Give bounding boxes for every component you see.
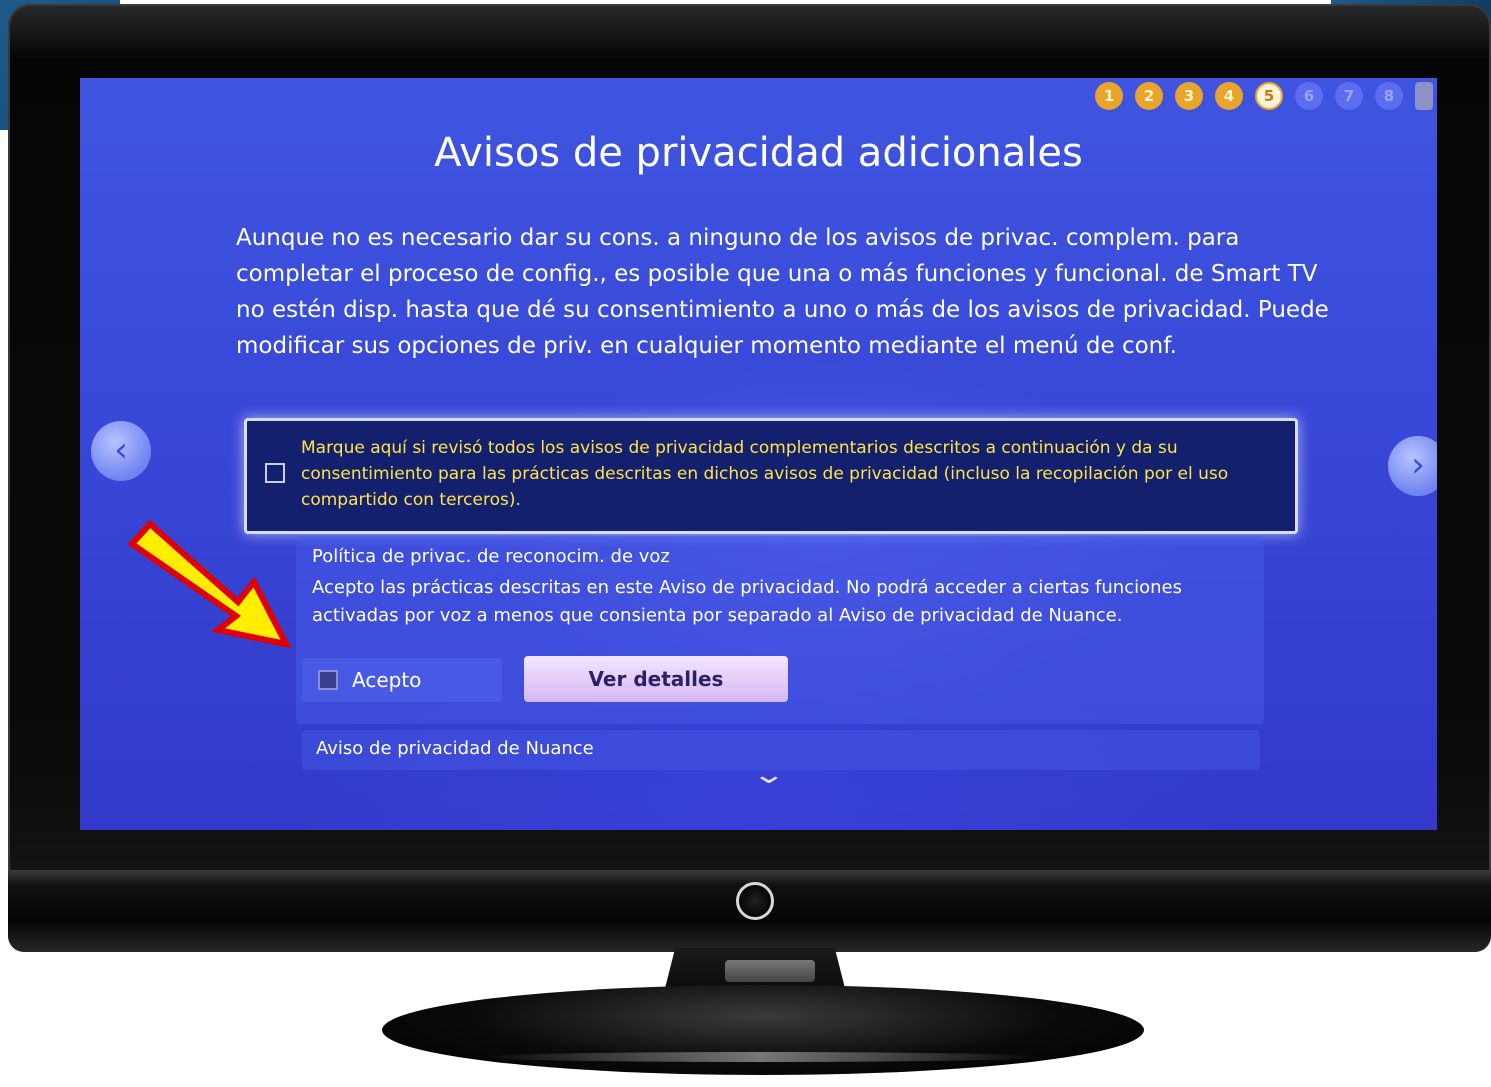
tv-power-button[interactable]: [736, 882, 774, 920]
nuance-policy-title: Aviso de privacidad de Nuance: [316, 738, 594, 759]
consent-all-text: Marque aquí si revisó todos los avisos d…: [301, 438, 1229, 510]
chevron-left-icon[interactable]: ‹: [91, 421, 151, 481]
step-7: 7: [1335, 82, 1363, 110]
view-details-button[interactable]: Ver detalles: [524, 656, 788, 702]
accept-checkbox[interactable]: [318, 670, 338, 690]
consent-all-panel[interactable]: Marque aquí si revisó todos los avisos d…: [244, 418, 1298, 534]
setup-step-indicator: 1 2 3 4 5 6 7 8: [1095, 82, 1433, 110]
intro-paragraph: Aunque no es necesario dar su cons. a ni…: [236, 225, 1329, 359]
tv-stand-neck-highlight: [725, 960, 815, 982]
step-1: 1: [1095, 82, 1123, 110]
accept-checkbox-row[interactable]: Acepto: [302, 658, 502, 702]
step-8: 8: [1375, 82, 1403, 110]
step-6: 6: [1295, 82, 1323, 110]
step-5: 5: [1255, 82, 1283, 110]
page-title: Avisos de privacidad adicionales: [434, 130, 1083, 176]
chevron-down-icon[interactable]: ⌄: [751, 760, 786, 790]
step-3: 3: [1175, 82, 1203, 110]
consent-all-checkbox[interactable]: [265, 463, 285, 483]
voice-policy-description: Acepto las prácticas descritas en este A…: [312, 577, 1182, 626]
step-2: 2: [1135, 82, 1163, 110]
step-final-icon: [1415, 82, 1433, 110]
step-4: 4: [1215, 82, 1243, 110]
arrow-annotation-icon: [127, 520, 292, 649]
accept-label: Acepto: [352, 668, 422, 692]
chevron-right-icon[interactable]: ›: [1388, 436, 1437, 496]
tv-screen: 1 2 3 4 5 6 7 8 Avisos de privacidad adi…: [80, 78, 1437, 830]
tv-stand-base-highlight: [480, 1052, 1040, 1062]
voice-policy-section: Política de privac. de reconocim. de voz…: [296, 536, 1264, 724]
voice-policy-title: Política de privac. de reconocim. de voz: [312, 546, 670, 567]
